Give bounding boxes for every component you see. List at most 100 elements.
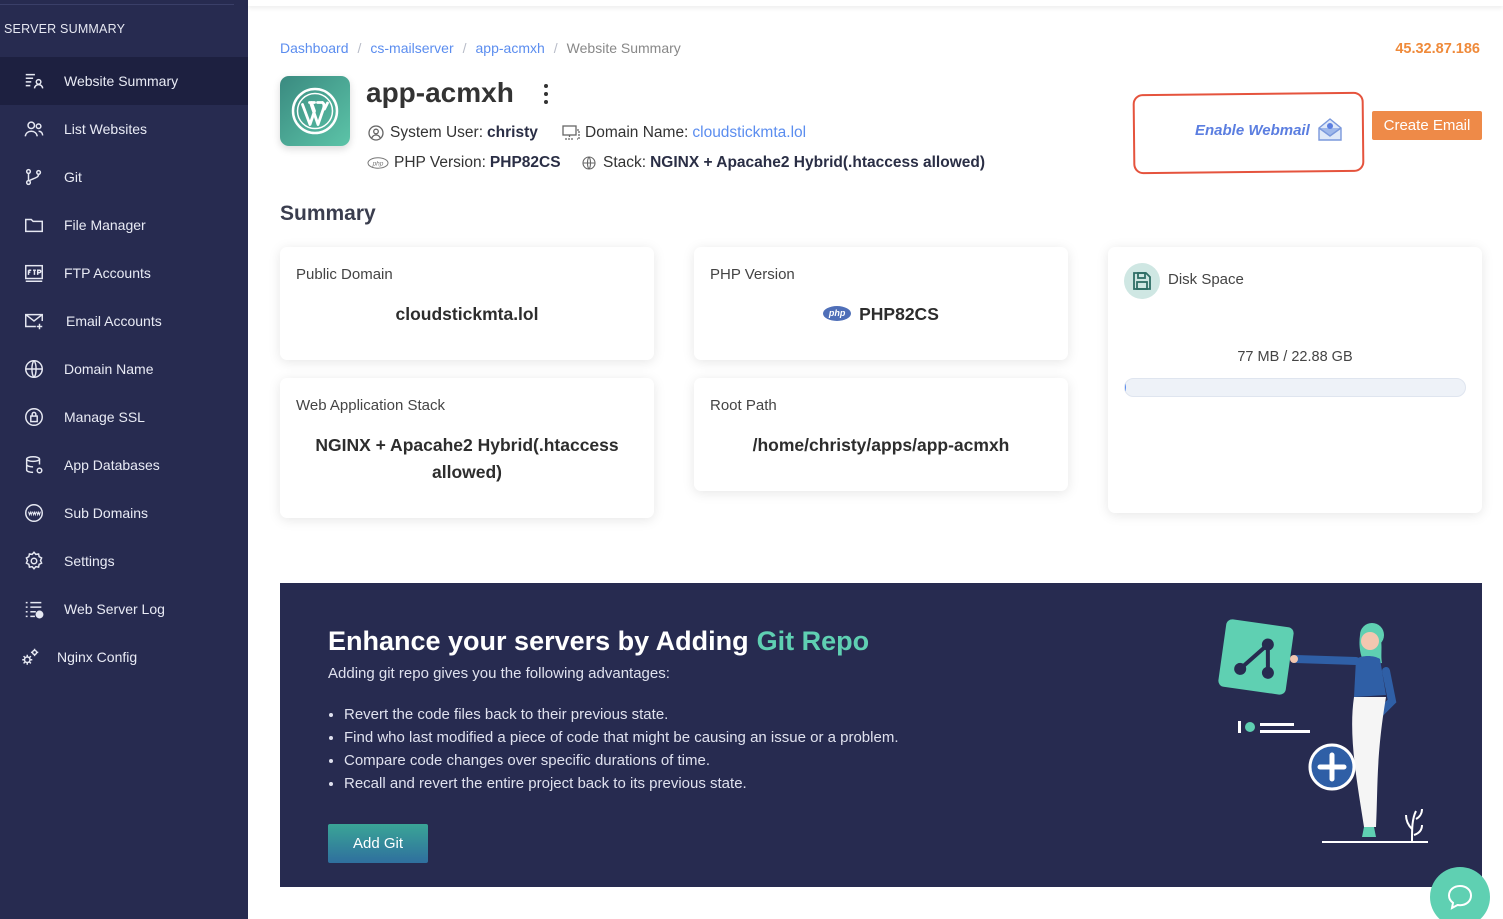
sidebar-item-settings[interactable]: Settings (0, 537, 248, 585)
domain-label: Domain Name: (585, 124, 689, 141)
gears-icon (18, 645, 42, 669)
domain-link[interactable]: cloudstickmta.lol (692, 124, 806, 142)
web-app-stack-label: Web Application Stack (296, 397, 445, 414)
breadcrumb-dashboard[interactable]: Dashboard (280, 40, 349, 56)
list-person-icon (22, 69, 46, 93)
sidebar-item-app-databases[interactable]: App Databases (0, 441, 248, 489)
sidebar-item-label: List Websites (64, 121, 147, 137)
breadcrumb-separator: / (462, 40, 467, 56)
banner-advantages-list: Revert the code files back to their prev… (344, 703, 898, 795)
user-circle-icon (367, 124, 385, 142)
enable-webmail-button[interactable]: Enable Webmail (1195, 117, 1344, 143)
banner-subtitle: Adding git repo gives you the following … (328, 665, 670, 682)
domain-info: Domain Name: cloudstickmta.lol (562, 124, 806, 142)
banner-title: Enhance your servers by Adding Git Repo (328, 626, 869, 657)
database-icon (22, 453, 46, 477)
breadcrumb-app[interactable]: app-acmxh (476, 40, 545, 56)
disk-usage-bar (1124, 378, 1466, 397)
root-path-label: Root Path (710, 397, 777, 414)
breadcrumb-server[interactable]: cs-mailserver (370, 40, 453, 56)
sidebar-item-label: App Databases (64, 457, 160, 473)
stack-value: NGINX + Apacahe2 Hybrid(.htaccess allowe… (650, 154, 986, 171)
breadcrumb-current: Website Summary (566, 40, 681, 56)
sidebar-item-label: Settings (64, 553, 115, 569)
sidebar-item-label: Manage SSL (64, 409, 145, 425)
sidebar-item-label: Git (64, 169, 82, 185)
disk-usage-fill (1125, 379, 1127, 396)
sidebar-item-manage-ssl[interactable]: Manage SSL (0, 393, 248, 441)
web-app-stack-card: Web Application Stack NGINX + Apacahe2 H… (280, 378, 654, 518)
sidebar-item-email-accounts[interactable]: Email Accounts (0, 297, 248, 345)
git-illustration-image (1218, 619, 1428, 843)
php-label: PHP Version: (394, 154, 486, 171)
stack-info: Stack: NGINX + Apacahe2 Hybrid(.htaccess… (580, 154, 985, 172)
php-version-label: PHP Version (710, 266, 795, 283)
sidebar-item-list-websites[interactable]: List Websites (0, 105, 248, 153)
create-email-button[interactable]: Create Email (1372, 111, 1482, 140)
more-options-icon[interactable] (540, 84, 552, 104)
add-git-button[interactable]: Add Git (328, 824, 428, 863)
list-item: Compare code changes over specific durat… (344, 749, 898, 772)
webmail-envelope-icon (1316, 117, 1344, 143)
globe-icon (22, 357, 46, 381)
php-version-info: php PHP Version: PHP82CS (367, 154, 561, 172)
chat-support-icon[interactable] (1430, 867, 1490, 919)
sidebar-item-label: FTP Accounts (64, 265, 151, 281)
sidebar-item-file-manager[interactable]: File Manager (0, 201, 248, 249)
gear-icon (22, 549, 46, 573)
svg-text:php: php (372, 160, 384, 167)
top-bar (248, 0, 1503, 6)
sidebar-item-label: Web Server Log (64, 601, 165, 617)
www-icon (22, 501, 46, 525)
breadcrumb-separator: / (357, 40, 362, 56)
stack-label: Stack: (603, 154, 647, 171)
log-list-icon (22, 597, 46, 621)
list-item: Revert the code files back to their prev… (344, 703, 898, 726)
php-icon: php (367, 154, 389, 172)
php-version-value: PHP82CS (859, 304, 939, 324)
system-user-info: System User: christy (367, 124, 538, 142)
sidebar-divider (0, 4, 234, 5)
folder-icon (22, 213, 46, 237)
root-path-value: /home/christy/apps/app-acmxh (752, 435, 1010, 455)
floppy-disk-icon (1124, 263, 1160, 299)
sidebar-item-label: Email Accounts (66, 313, 162, 329)
public-domain-card: Public Domain cloudstickmta.lol (280, 247, 654, 360)
summary-heading: Summary (280, 202, 376, 225)
sidebar-item-label: Nginx Config (57, 649, 138, 665)
breadcrumb-separator: / (553, 40, 558, 56)
domain-network-icon (562, 124, 580, 142)
sidebar: SERVER SUMMARY Website Summary List Webs… (0, 0, 248, 919)
server-ip: 45.32.87.186 (1395, 41, 1480, 57)
root-path-card: Root Path /home/christy/apps/app-acmxh (694, 378, 1068, 491)
mail-plus-icon (22, 309, 46, 333)
ftp-icon (22, 261, 46, 285)
disk-usage-text: 77 MB / 22.88 GB (1237, 349, 1353, 365)
sidebar-section-title: SERVER SUMMARY (4, 22, 126, 36)
sidebar-item-website-summary[interactable]: Website Summary (0, 57, 248, 105)
sidebar-nav: Website Summary List Websites Git File M… (0, 57, 248, 681)
sidebar-item-nginx-config[interactable]: Nginx Config (0, 633, 248, 681)
disk-space-label: Disk Space (1168, 271, 1244, 288)
sidebar-item-label: File Manager (64, 217, 146, 233)
sidebar-item-label: Website Summary (64, 73, 179, 89)
git-promo-banner: Enhance your servers by Adding Git Repo A… (280, 583, 1482, 887)
php-value: PHP82CS (489, 154, 561, 171)
git-branch-icon (22, 165, 46, 189)
system-user-label: System User: (390, 124, 484, 141)
sidebar-item-domain-name[interactable]: Domain Name (0, 345, 248, 393)
page-title: app-acmxh (366, 77, 514, 108)
php-version-card: PHP Version php PHP82CS (694, 247, 1068, 360)
public-domain-value: cloudstickmta.lol (395, 304, 539, 324)
public-domain-label: Public Domain (296, 266, 393, 283)
list-item: Recall and revert the entire project bac… (344, 772, 898, 795)
sidebar-item-sub-domains[interactable]: Sub Domains (0, 489, 248, 537)
ssl-lock-icon (22, 405, 46, 429)
sidebar-item-ftp-accounts[interactable]: FTP Accounts (0, 249, 248, 297)
system-user-value: christy (487, 124, 538, 141)
globe-icon (580, 154, 598, 172)
sidebar-item-web-server-log[interactable]: Web Server Log (0, 585, 248, 633)
sidebar-item-git[interactable]: Git (0, 153, 248, 201)
php-version-value-row: php PHP82CS (694, 301, 1068, 328)
banner-title-text: Enhance your servers by Adding (328, 626, 749, 656)
